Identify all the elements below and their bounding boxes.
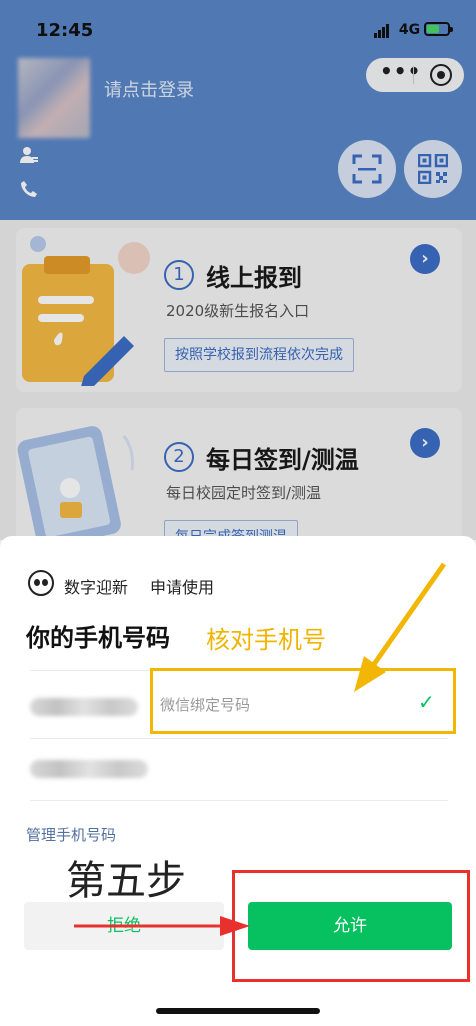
annotation-check-phone: 核对手机号 <box>206 626 326 654</box>
home-indicator <box>156 1008 320 1014</box>
annotation-arrow-red <box>74 916 250 936</box>
annotation-red-box <box>232 870 470 982</box>
app-name: 数字迎新 <box>64 578 129 597</box>
divider <box>30 800 448 801</box>
phone-number-redacted[interactable] <box>30 698 138 716</box>
modal-dim-overlay <box>0 0 476 540</box>
annotation-step: 第五步 <box>66 858 186 904</box>
annotation-arrow-yellow <box>354 562 447 692</box>
request-text: 申请使用 <box>150 578 215 597</box>
phone-number-redacted[interactable] <box>30 760 148 778</box>
divider <box>30 738 448 739</box>
sheet-title: 你的手机号码 <box>26 624 170 652</box>
panda-logo-icon <box>28 570 54 596</box>
manage-phone-link[interactable]: 管理手机号码 <box>26 824 116 845</box>
